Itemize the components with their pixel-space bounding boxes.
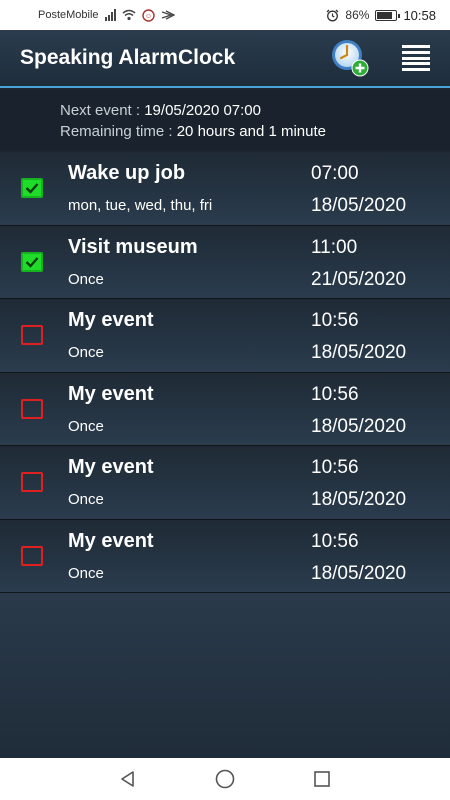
event-repeat: Once <box>68 417 104 435</box>
wifi-icon <box>122 9 136 21</box>
event-title: My event <box>68 456 154 478</box>
event-row[interactable]: My event Once 10:56 18/05/2020 <box>0 372 450 446</box>
event-repeat: Once <box>68 564 104 582</box>
app-bar: Speaking AlarmClock <box>0 30 450 88</box>
status-bar: PosteMobile ☺ 86% 10:58 <box>0 0 450 30</box>
menu-icon-bar <box>402 56 430 60</box>
home-button[interactable] <box>213 767 237 791</box>
status-time: 10:58 <box>403 7 436 23</box>
event-repeat: mon, tue, wed, thu, fri <box>68 197 213 214</box>
event-title: Wake up job <box>68 162 186 184</box>
list-empty-area <box>0 593 450 758</box>
checkmark-icon <box>25 256 39 268</box>
event-enabled-checkbox[interactable] <box>21 545 43 566</box>
event-repeat: Once <box>68 344 104 361</box>
recents-button[interactable] <box>310 767 334 791</box>
checkmark-icon <box>25 183 39 194</box>
event-time: 10:56 <box>311 310 359 331</box>
menu-button[interactable] <box>402 45 430 71</box>
alarm-icon <box>326 9 339 21</box>
event-date: 18/05/2020 <box>311 415 407 437</box>
battery-icon <box>375 9 401 21</box>
event-title: My event <box>68 382 154 405</box>
event-enabled-checkbox[interactable] <box>21 325 43 345</box>
event-enabled-checkbox[interactable] <box>21 472 43 492</box>
event-date: 18/05/2020 <box>311 562 407 584</box>
remaining-time-value: 20 hours and 1 minute <box>176 123 326 140</box>
event-time: 07:00 <box>311 163 359 184</box>
menu-icon-bar <box>402 68 430 71</box>
event-time: 10:56 <box>311 383 359 405</box>
back-triangle-icon <box>121 771 135 787</box>
battery-percent: 86% <box>345 8 370 22</box>
menu-icon-bar <box>402 45 430 48</box>
recents-square-icon <box>313 771 330 787</box>
event-date: 18/05/2020 <box>311 342 407 363</box>
menu-icon-bar <box>402 50 430 54</box>
event-row[interactable]: Visit museum Once 11:00 21/05/2020 <box>0 225 450 299</box>
next-event-info: Next event : 19/05/2020 07:00 Remaining … <box>0 90 450 150</box>
event-row[interactable]: Wake up job mon, tue, wed, thu, fri 07:0… <box>0 152 450 226</box>
event-enabled-checkbox[interactable] <box>21 178 43 198</box>
cast-icon <box>161 10 175 20</box>
event-date: 18/05/2020 <box>311 195 407 216</box>
event-row[interactable]: My event Once 10:56 18/05/2020 <box>0 519 450 593</box>
next-event-value: 19/05/2020 07:00 <box>144 102 261 119</box>
event-date: 18/05/2020 <box>311 489 407 510</box>
notification-icon: ☺ <box>141 8 155 22</box>
event-repeat: Once <box>68 270 104 288</box>
home-circle-icon <box>215 769 235 789</box>
add-alarm-clock-icon <box>332 40 369 77</box>
carrier-name: PosteMobile <box>38 9 99 21</box>
event-enabled-checkbox[interactable] <box>21 398 43 419</box>
event-enabled-checkbox[interactable] <box>21 251 43 272</box>
event-time: 10:56 <box>311 530 359 552</box>
next-event-label: Next event : <box>60 102 145 119</box>
signal-icon <box>104 9 116 21</box>
event-repeat: Once <box>68 491 104 508</box>
event-row[interactable]: My event Once 10:56 18/05/2020 <box>0 299 450 373</box>
remaining-time-label: Remaining time : <box>60 123 177 140</box>
event-title: My event <box>68 529 154 552</box>
event-time: 10:56 <box>311 457 359 478</box>
system-nav-bar <box>0 758 450 800</box>
back-button[interactable] <box>116 767 140 791</box>
event-list: Wake up job mon, tue, wed, thu, fri 07:0… <box>0 152 450 593</box>
add-alarm-button[interactable] <box>330 38 370 78</box>
event-time: 11:00 <box>311 236 358 258</box>
app-title: Speaking AlarmClock <box>20 46 236 69</box>
next-event-line: Next event : 19/05/2020 07:00 <box>60 100 450 121</box>
svg-text:☺: ☺ <box>144 13 151 20</box>
event-title: My event <box>68 309 154 331</box>
remaining-time-line: Remaining time : 20 hours and 1 minute <box>60 121 450 142</box>
event-date: 21/05/2020 <box>311 268 407 290</box>
event-row[interactable]: My event Once 10:56 18/05/2020 <box>0 446 450 520</box>
event-title: Visit museum <box>68 235 198 258</box>
menu-icon-bar <box>402 62 430 66</box>
